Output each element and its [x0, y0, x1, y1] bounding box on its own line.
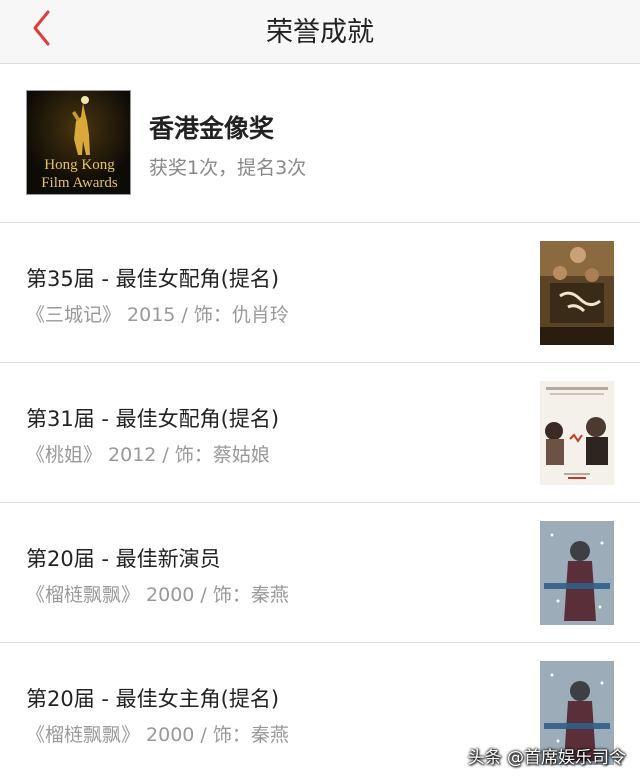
logo-text-line2: Film Awards [41, 175, 118, 191]
entry-title: 第35届 - 最佳女配角(提名) [26, 263, 279, 293]
list-item[interactable]: 第20届 - 最佳新演员 《榴梿飘飘》 2000 / 饰：秦燕 [0, 503, 640, 643]
page-title: 荣誉成就 [0, 10, 640, 49]
movie-poster [540, 241, 614, 345]
list-item[interactable]: 第35届 - 最佳女配角(提名) 《三城记》 2015 / 饰：仇肖玲 [0, 223, 640, 363]
award-header: Hong Kong Film Awards 香港金像奖 获奖1次，提名3次 [0, 65, 640, 223]
entry-subtitle: 《榴梿飘飘》 2000 / 饰：秦燕 [26, 580, 289, 607]
entry-title: 第20届 - 最佳女主角(提名) [26, 683, 279, 713]
entry-subtitle: 《榴梿飘飘》 2000 / 饰：秦燕 [26, 720, 289, 747]
watermark: 头条 @首席娱乐司令 [468, 743, 626, 768]
navigation-bar: 荣誉成就 [0, 0, 640, 64]
award-logo: Hong Kong Film Awards [26, 90, 131, 195]
entry-title: 第31届 - 最佳女配角(提名) [26, 403, 279, 433]
movie-poster [540, 521, 614, 625]
entry-subtitle: 《桃姐》 2012 / 饰：蔡姑娘 [26, 440, 270, 467]
list-item[interactable]: 第31届 - 最佳女配角(提名) 《桃姐》 2012 / 饰：蔡姑娘 [0, 363, 640, 503]
entry-subtitle: 《三城记》 2015 / 饰：仇肖玲 [26, 300, 289, 327]
award-stats: 获奖1次，提名3次 [149, 153, 306, 180]
entry-title: 第20届 - 最佳新演员 [26, 543, 221, 573]
award-name: 香港金像奖 [149, 109, 274, 145]
logo-text-line1: Hong Kong [44, 157, 115, 173]
movie-poster [540, 381, 614, 485]
